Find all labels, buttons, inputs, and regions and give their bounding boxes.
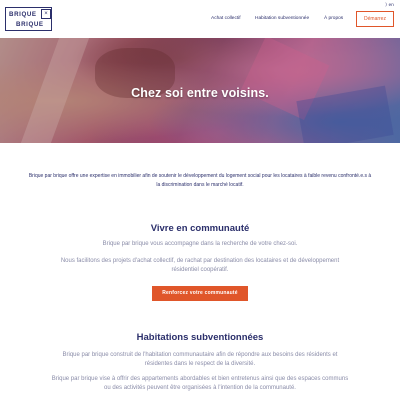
language-switch-link[interactable]: ⟩ en — [385, 2, 394, 8]
section-title-habitations: Habitations subventionnées — [136, 332, 264, 343]
site-header: BRIQUE × BRIQUE ⟩ en Achat collectif Hab… — [0, 0, 400, 38]
renforcez-communaute-button[interactable]: Renforcez votre communauté — [152, 286, 248, 301]
logo-word-bottom: BRIQUE — [16, 21, 44, 28]
nav-a-propos[interactable]: À propos — [324, 16, 343, 21]
brique-par-brique-logo[interactable]: BRIQUE × BRIQUE — [5, 7, 52, 31]
nav-achat-collectif[interactable]: Achat collectif — [211, 16, 241, 21]
hero-title: Chez soi entre voisins. — [131, 86, 269, 100]
habitations-paragraph-1: Brique par brique construit de l'habitat… — [62, 352, 338, 367]
section-title-vivre: Vivre en communauté — [150, 223, 250, 234]
intro-text: Brique par brique offre une expertise en… — [28, 173, 372, 188]
logo-x-mark: × — [41, 9, 51, 19]
nav-habitation-subventionnee[interactable]: Habitation subventionnée — [255, 16, 309, 21]
vivre-paragraph-2: Nous facilitons des projets d'achat coll… — [60, 258, 340, 273]
vivre-paragraph-1: Brique par brique vous accompagne dans l… — [102, 241, 298, 247]
logo-word-top: BRIQUE — [9, 11, 37, 18]
hero-banner: Chez soi entre voisins. — [0, 38, 400, 143]
demarrez-button[interactable]: Démarrez — [356, 11, 394, 27]
habitations-paragraph-2: Brique par brique vise à offrir des appa… — [51, 376, 349, 391]
